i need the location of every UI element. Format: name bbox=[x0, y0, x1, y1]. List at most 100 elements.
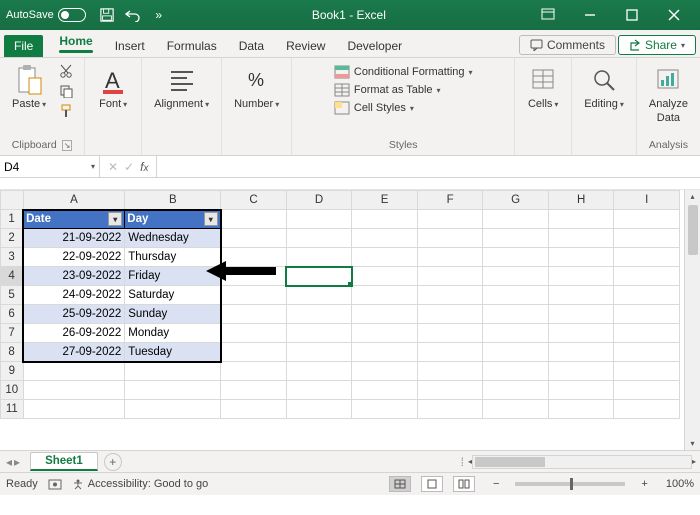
row-header[interactable]: 11 bbox=[1, 400, 24, 419]
scroll-down-icon[interactable]: ▾ bbox=[690, 439, 694, 448]
row-header[interactable]: 1 bbox=[1, 210, 24, 229]
ribbon-options-icon[interactable] bbox=[528, 0, 568, 30]
col-header-D[interactable]: D bbox=[286, 191, 352, 210]
row-header[interactable]: 7 bbox=[1, 324, 24, 343]
cell[interactable]: Friday bbox=[125, 267, 221, 286]
cell-styles-button[interactable]: Cell Styles ▾ bbox=[334, 100, 414, 116]
zoom-slider[interactable] bbox=[515, 482, 625, 486]
cell[interactable]: 22-09-2022 bbox=[23, 248, 125, 267]
zoom-in-button[interactable]: + bbox=[641, 478, 647, 490]
view-page-break-button[interactable] bbox=[453, 476, 475, 492]
cell[interactable]: 27-09-2022 bbox=[23, 343, 125, 362]
fx-icon[interactable]: fx bbox=[140, 160, 148, 174]
tab-data[interactable]: Data bbox=[229, 35, 274, 57]
format-as-table-button[interactable]: Format as Table ▾ bbox=[334, 82, 441, 98]
qat-more-icon[interactable]: » bbox=[148, 4, 170, 26]
editing-button[interactable]: Editing▾ bbox=[580, 62, 628, 112]
col-header-C[interactable]: C bbox=[221, 191, 287, 210]
view-normal-button[interactable] bbox=[389, 476, 411, 492]
cells-button[interactable]: Cells▾ bbox=[523, 62, 563, 112]
col-header-I[interactable]: I bbox=[614, 191, 680, 210]
cell-styles-label: Cell Styles bbox=[354, 102, 406, 114]
select-all-corner[interactable] bbox=[1, 191, 24, 210]
cell[interactable]: Sunday bbox=[125, 305, 221, 324]
row-header[interactable]: 8 bbox=[1, 343, 24, 362]
filter-dropdown-icon[interactable]: ▾ bbox=[204, 212, 218, 226]
new-sheet-button[interactable]: + bbox=[104, 453, 122, 471]
col-header-H[interactable]: H bbox=[548, 191, 614, 210]
comments-button[interactable]: Comments bbox=[519, 35, 616, 55]
cell[interactable]: 24-09-2022 bbox=[23, 286, 125, 305]
cell[interactable]: 23-09-2022 bbox=[23, 267, 125, 286]
cell[interactable]: Tuesday bbox=[125, 343, 221, 362]
zoom-level[interactable]: 100% bbox=[666, 478, 694, 490]
scroll-right-icon[interactable]: ▸ bbox=[692, 457, 696, 466]
tab-review[interactable]: Review bbox=[276, 35, 335, 57]
table-header-day[interactable]: Day▾ bbox=[125, 210, 221, 229]
copy-button[interactable] bbox=[56, 82, 76, 100]
row-header[interactable]: 3 bbox=[1, 248, 24, 267]
autosave-toggle[interactable]: AutoSave bbox=[6, 8, 86, 22]
font-button[interactable]: A Font▾ bbox=[93, 62, 133, 112]
format-painter-button[interactable] bbox=[56, 102, 76, 120]
scroll-thumb[interactable] bbox=[475, 457, 545, 467]
sheet-prev-icon[interactable]: ◂ bbox=[6, 455, 12, 469]
vertical-scrollbar[interactable]: ▴ ▾ bbox=[684, 190, 700, 450]
close-button[interactable] bbox=[654, 0, 694, 30]
formula-bar: D4 ▾ ✕ ✓ fx bbox=[0, 156, 700, 178]
row-header[interactable]: 2 bbox=[1, 229, 24, 248]
cell[interactable]: 25-09-2022 bbox=[23, 305, 125, 324]
cell[interactable]: Monday bbox=[125, 324, 221, 343]
col-header-E[interactable]: E bbox=[352, 191, 418, 210]
maximize-button[interactable] bbox=[612, 0, 652, 30]
col-header-B[interactable]: B bbox=[125, 191, 221, 210]
cell[interactable]: Thursday bbox=[125, 248, 221, 267]
worksheet-grid[interactable]: A B C D E F G H I 1 Date▾ Day▾ 221-09-20… bbox=[0, 190, 700, 450]
scroll-thumb[interactable] bbox=[688, 205, 698, 255]
sheet-next-icon[interactable]: ▸ bbox=[14, 455, 20, 469]
sheet-tab[interactable]: Sheet1 bbox=[30, 452, 98, 471]
macro-record-icon[interactable] bbox=[48, 478, 62, 490]
row-header[interactable]: 4 bbox=[1, 267, 24, 286]
zoom-out-button[interactable]: − bbox=[493, 478, 499, 490]
view-page-layout-button[interactable] bbox=[421, 476, 443, 492]
row-header[interactable]: 5 bbox=[1, 286, 24, 305]
accessibility-status[interactable]: Accessibility: Good to go bbox=[72, 478, 208, 490]
col-header-G[interactable]: G bbox=[483, 191, 549, 210]
col-header-A[interactable]: A bbox=[23, 191, 125, 210]
row-header[interactable]: 10 bbox=[1, 381, 24, 400]
row-header[interactable]: 6 bbox=[1, 305, 24, 324]
conditional-formatting-button[interactable]: Conditional Formatting ▾ bbox=[334, 64, 473, 80]
cell[interactable]: 21-09-2022 bbox=[23, 229, 125, 248]
analyze-data-button[interactable]: Analyze Data bbox=[645, 62, 692, 126]
cell[interactable]: Saturday bbox=[125, 286, 221, 305]
name-box[interactable]: D4 ▾ bbox=[0, 156, 100, 177]
undo-icon[interactable] bbox=[122, 4, 144, 26]
formula-input[interactable] bbox=[157, 156, 700, 177]
minimize-button[interactable] bbox=[570, 0, 610, 30]
alignment-button[interactable]: Alignment▾ bbox=[150, 62, 213, 112]
active-cell[interactable] bbox=[286, 267, 352, 286]
tab-developer[interactable]: Developer bbox=[337, 35, 412, 57]
col-header-F[interactable]: F bbox=[417, 191, 483, 210]
cell[interactable]: Wednesday bbox=[125, 229, 221, 248]
tab-formulas[interactable]: Formulas bbox=[157, 35, 227, 57]
cancel-formula-icon[interactable]: ✕ bbox=[108, 160, 118, 174]
tab-insert[interactable]: Insert bbox=[105, 35, 155, 57]
horizontal-scrollbar[interactable] bbox=[472, 455, 692, 469]
table-header-date[interactable]: Date▾ bbox=[23, 210, 125, 229]
dialog-launcher-icon[interactable]: ↘ bbox=[62, 140, 73, 151]
tab-home[interactable]: Home bbox=[49, 30, 102, 57]
accept-formula-icon[interactable]: ✓ bbox=[124, 160, 134, 174]
row-header[interactable]: 9 bbox=[1, 362, 24, 381]
group-font: A Font▾ Font bbox=[85, 58, 142, 155]
paste-button[interactable]: Paste▾ bbox=[8, 62, 50, 112]
cell[interactable]: 26-09-2022 bbox=[23, 324, 125, 343]
share-button[interactable]: Share ▾ bbox=[618, 35, 696, 55]
filter-dropdown-icon[interactable]: ▾ bbox=[108, 212, 122, 226]
number-button[interactable]: % Number▾ bbox=[230, 62, 283, 112]
save-icon[interactable] bbox=[96, 4, 118, 26]
cut-button[interactable] bbox=[56, 62, 76, 80]
scroll-up-icon[interactable]: ▴ bbox=[690, 192, 694, 201]
tab-file[interactable]: File bbox=[4, 35, 43, 57]
